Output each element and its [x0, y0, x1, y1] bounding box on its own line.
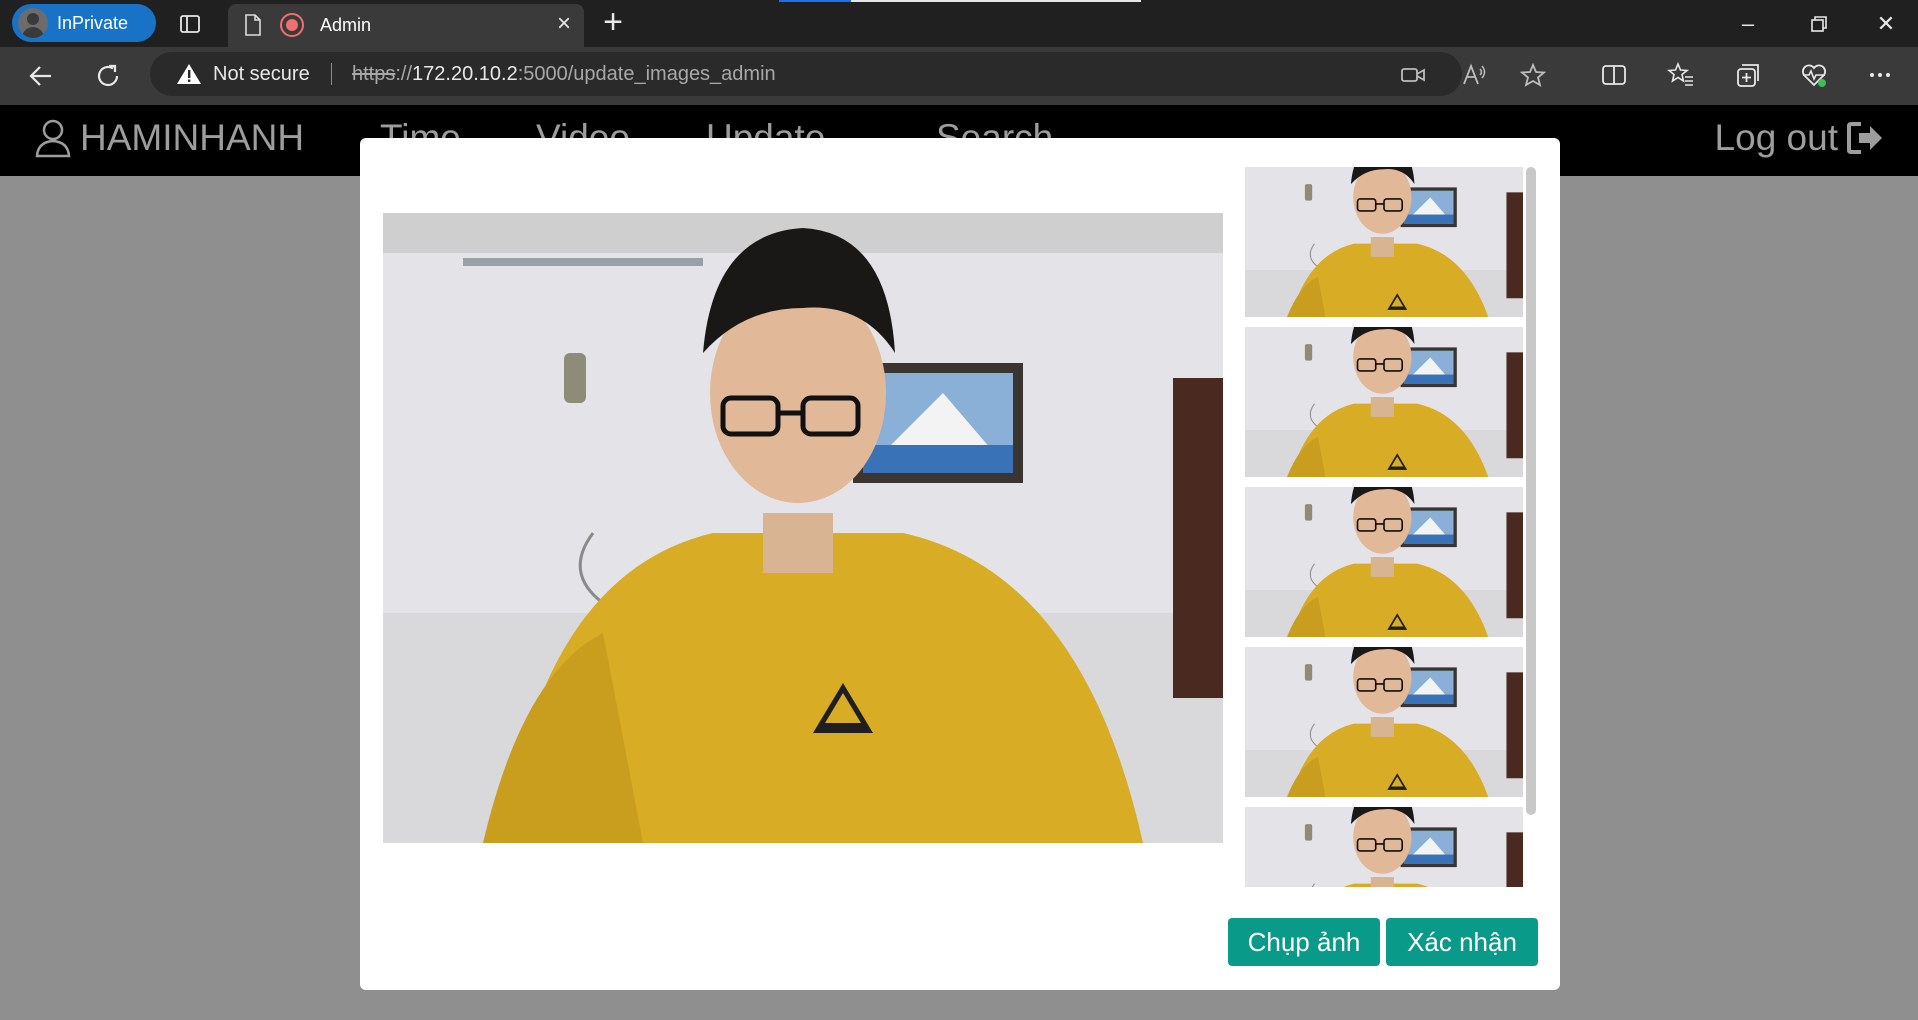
browser-tab-strip: InPrivate Admin × + – ✕ — [0, 0, 1918, 47]
collections-icon[interactable] — [1734, 61, 1762, 89]
brand[interactable]: HAMINHANH — [34, 117, 304, 159]
user-icon — [35, 119, 71, 158]
address-bar[interactable]: Not secure https://172.20.10.2:5000/upda… — [150, 52, 1546, 96]
thumbnail-image[interactable] — [1245, 167, 1523, 317]
back-icon[interactable] — [26, 61, 56, 91]
read-aloud-icon[interactable] — [1461, 63, 1487, 87]
recording-icon — [280, 13, 304, 37]
loading-progress-bar — [779, 0, 1141, 2]
thumbnail-image[interactable] — [1245, 647, 1523, 797]
more-icon[interactable] — [1866, 61, 1894, 89]
new-tab-button[interactable]: + — [598, 5, 628, 39]
inprivate-profile-button[interactable]: InPrivate — [12, 4, 156, 42]
sign-out-icon — [1847, 122, 1882, 154]
health-icon[interactable] — [1800, 61, 1828, 89]
restore-icon[interactable] — [1804, 10, 1832, 38]
warning-icon[interactable] — [176, 63, 202, 85]
captured-thumbnails-list[interactable] — [1245, 167, 1525, 887]
url-text[interactable]: https://172.20.10.2:5000/update_images_a… — [352, 63, 776, 86]
address-divider — [331, 63, 332, 85]
minimize-icon[interactable]: – — [1734, 10, 1762, 38]
logout-label: Log out — [1714, 117, 1838, 158]
confirm-button[interactable]: Xác nhận — [1386, 918, 1538, 966]
url-host: 172.20.10.2 — [412, 63, 518, 85]
camera-icon[interactable] — [1400, 63, 1426, 87]
url-path: :5000/update_images_admin — [517, 63, 776, 85]
page-icon — [245, 14, 261, 36]
thumbnail-image[interactable] — [1245, 807, 1523, 887]
thumbnail-image[interactable] — [1245, 487, 1523, 637]
brand-name: HAMINHANH — [80, 117, 305, 158]
capture-images-modal: Chụp ảnh Xác nhận — [360, 138, 1560, 990]
close-window-icon[interactable]: ✕ — [1872, 10, 1900, 38]
profile-avatar-icon — [18, 8, 48, 38]
favorites-icon[interactable] — [1667, 61, 1695, 89]
tab-admin[interactable]: Admin × — [228, 4, 584, 47]
split-screen-icon[interactable] — [1600, 61, 1628, 89]
close-tab-icon[interactable]: × — [552, 12, 576, 36]
logout-link[interactable]: Log out — [1715, 117, 1884, 159]
tab-title: Admin — [320, 15, 372, 35]
refresh-icon[interactable] — [93, 61, 123, 91]
url-separator: :// — [395, 63, 413, 85]
security-status-label: Not secure — [213, 63, 310, 85]
star-icon[interactable] — [1520, 63, 1546, 87]
tab-actions-icon[interactable] — [178, 12, 202, 36]
thumbnails-scrollbar[interactable] — [1526, 167, 1536, 815]
inprivate-label: InPrivate — [57, 12, 129, 33]
capture-button[interactable]: Chụp ảnh — [1228, 918, 1380, 966]
camera-preview — [383, 213, 1223, 843]
url-scheme: https — [352, 63, 396, 85]
thumbnail-image[interactable] — [1245, 327, 1523, 477]
browser-toolbar: Not secure https://172.20.10.2:5000/upda… — [0, 47, 1918, 105]
